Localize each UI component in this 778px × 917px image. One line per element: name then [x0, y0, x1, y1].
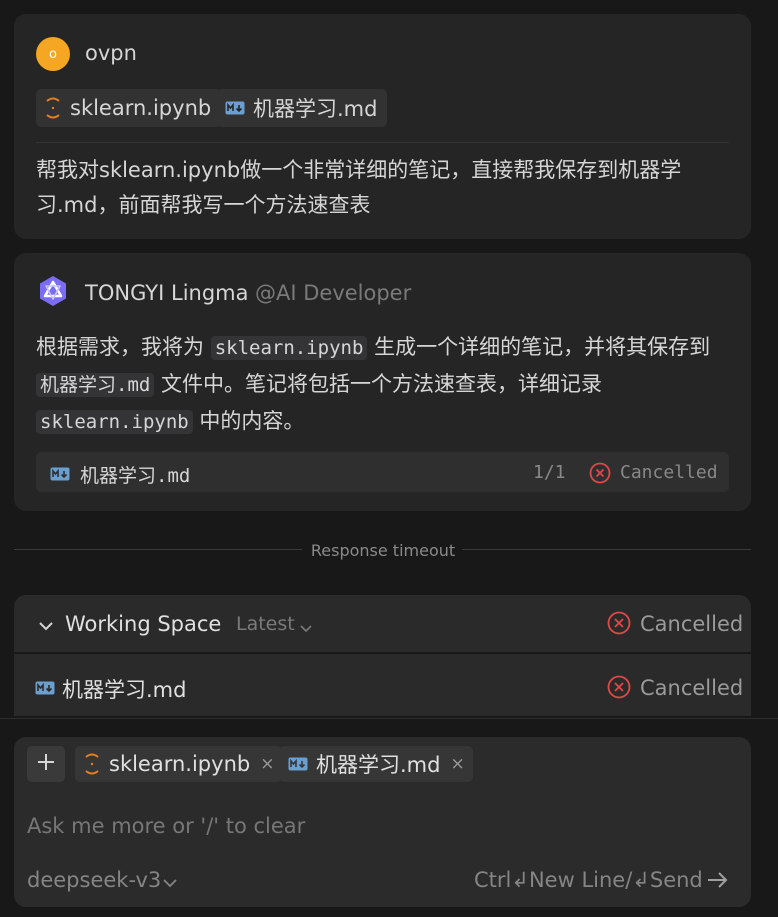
user-message-text: 帮我对sklearn.ipynb做一个非常详细的笔记，直接帮我保存到机器学习.m… — [36, 158, 682, 217]
version-selector[interactable]: Latest — [236, 613, 295, 635]
chevron-down-icon[interactable] — [299, 619, 313, 638]
cancelled-icon — [589, 462, 611, 489]
assistant-message-card: TONGYI Lingma @AI Developer 根据需求，我将为 skl… — [14, 253, 751, 511]
chevron-down-icon[interactable] — [38, 617, 54, 636]
avatar-letter: o — [49, 46, 57, 62]
markdown-file-icon — [288, 757, 308, 771]
jupyter-notebook-icon — [83, 753, 101, 775]
attachment-chip-sklearn[interactable]: sklearn.ipynb — [36, 89, 222, 127]
composer-attachment-markdown[interactable]: 机器学习.md × — [280, 746, 473, 782]
remove-attachment-icon[interactable]: × — [260, 754, 274, 774]
timeout-divider-right — [462, 549, 751, 550]
lingma-logo-icon — [35, 273, 71, 309]
working-space-status: Cancelled — [640, 612, 744, 636]
composer-attachment-sklearn[interactable]: sklearn.ipynb × — [75, 746, 283, 782]
timeout-divider-left — [14, 549, 302, 550]
inline-code: 机器学习.md — [36, 373, 155, 397]
file-name: 机器学习.md — [62, 678, 187, 702]
jupyter-notebook-icon — [44, 97, 62, 119]
working-space-title: Working Space — [65, 612, 222, 636]
markdown-file-icon — [50, 464, 70, 486]
text-segment: 生成一个详细的笔记，并将其保存到 — [367, 335, 711, 359]
text-segment: 中的内容。 — [192, 409, 305, 433]
username: ovpn — [85, 41, 137, 65]
markdown-file-icon — [35, 680, 55, 699]
text-segment: 根据需求，我将为 — [36, 335, 211, 359]
cancelled-icon — [607, 611, 631, 635]
working-space-file-row[interactable]: 机器学习.md Cancelled — [14, 654, 751, 716]
timeout-notice: Response timeout — [310, 541, 456, 560]
inline-code: sklearn.ipynb — [36, 410, 193, 434]
attachment-name: 机器学习.md — [316, 753, 441, 777]
chevron-down-icon[interactable] — [162, 874, 178, 893]
composer-divider — [0, 718, 778, 719]
chat-input[interactable]: Ask me more or '/' to clear — [27, 814, 305, 838]
card-divider — [36, 142, 729, 143]
file-name: 机器学习.md — [80, 465, 191, 487]
remove-attachment-icon[interactable]: × — [450, 754, 464, 774]
user-avatar: o — [36, 37, 70, 71]
assistant-message-text: 根据需求，我将为 sklearn.ipynb 生成一个详细的笔记，并将其保存到 … — [36, 329, 736, 440]
markdown-file-icon — [225, 101, 245, 115]
chat-composer: sklearn.ipynb × 机器学习.md × Ask me more or… — [14, 737, 751, 907]
attachment-name: 机器学习.md — [253, 97, 378, 121]
shortcut-hint: Ctrl↲New Line/↲Send — [474, 868, 703, 892]
attachment-name: sklearn.ipynb — [70, 96, 212, 120]
user-message-card: o ovpn sklearn.ipynb 机器学习.md 帮我对sklearn.… — [14, 14, 751, 239]
attachment-chip-markdown[interactable]: 机器学习.md — [217, 89, 388, 127]
send-arrow-icon[interactable] — [706, 870, 730, 894]
file-status: Cancelled — [620, 462, 718, 483]
inline-code: sklearn.ipynb — [210, 336, 368, 360]
text-segment: 文件中。笔记将包括一个方法速查表，详细记录 — [154, 372, 603, 396]
file-count: 1/1 — [533, 462, 566, 483]
file-change-card[interactable]: 机器学习.md 1/1 Cancelled — [36, 452, 729, 492]
attachment-name: sklearn.ipynb — [109, 752, 251, 776]
plus-icon — [36, 752, 56, 776]
model-selector[interactable]: deepseek-v3 — [27, 868, 161, 892]
assistant-name: TONGYI Lingma — [85, 281, 249, 305]
assistant-tag: @AI Developer — [255, 281, 412, 305]
file-status: Cancelled — [640, 676, 744, 700]
cancelled-icon — [607, 675, 631, 699]
working-space-header[interactable]: Working Space Latest Cancelled — [14, 595, 751, 652]
add-context-button[interactable] — [27, 746, 65, 782]
